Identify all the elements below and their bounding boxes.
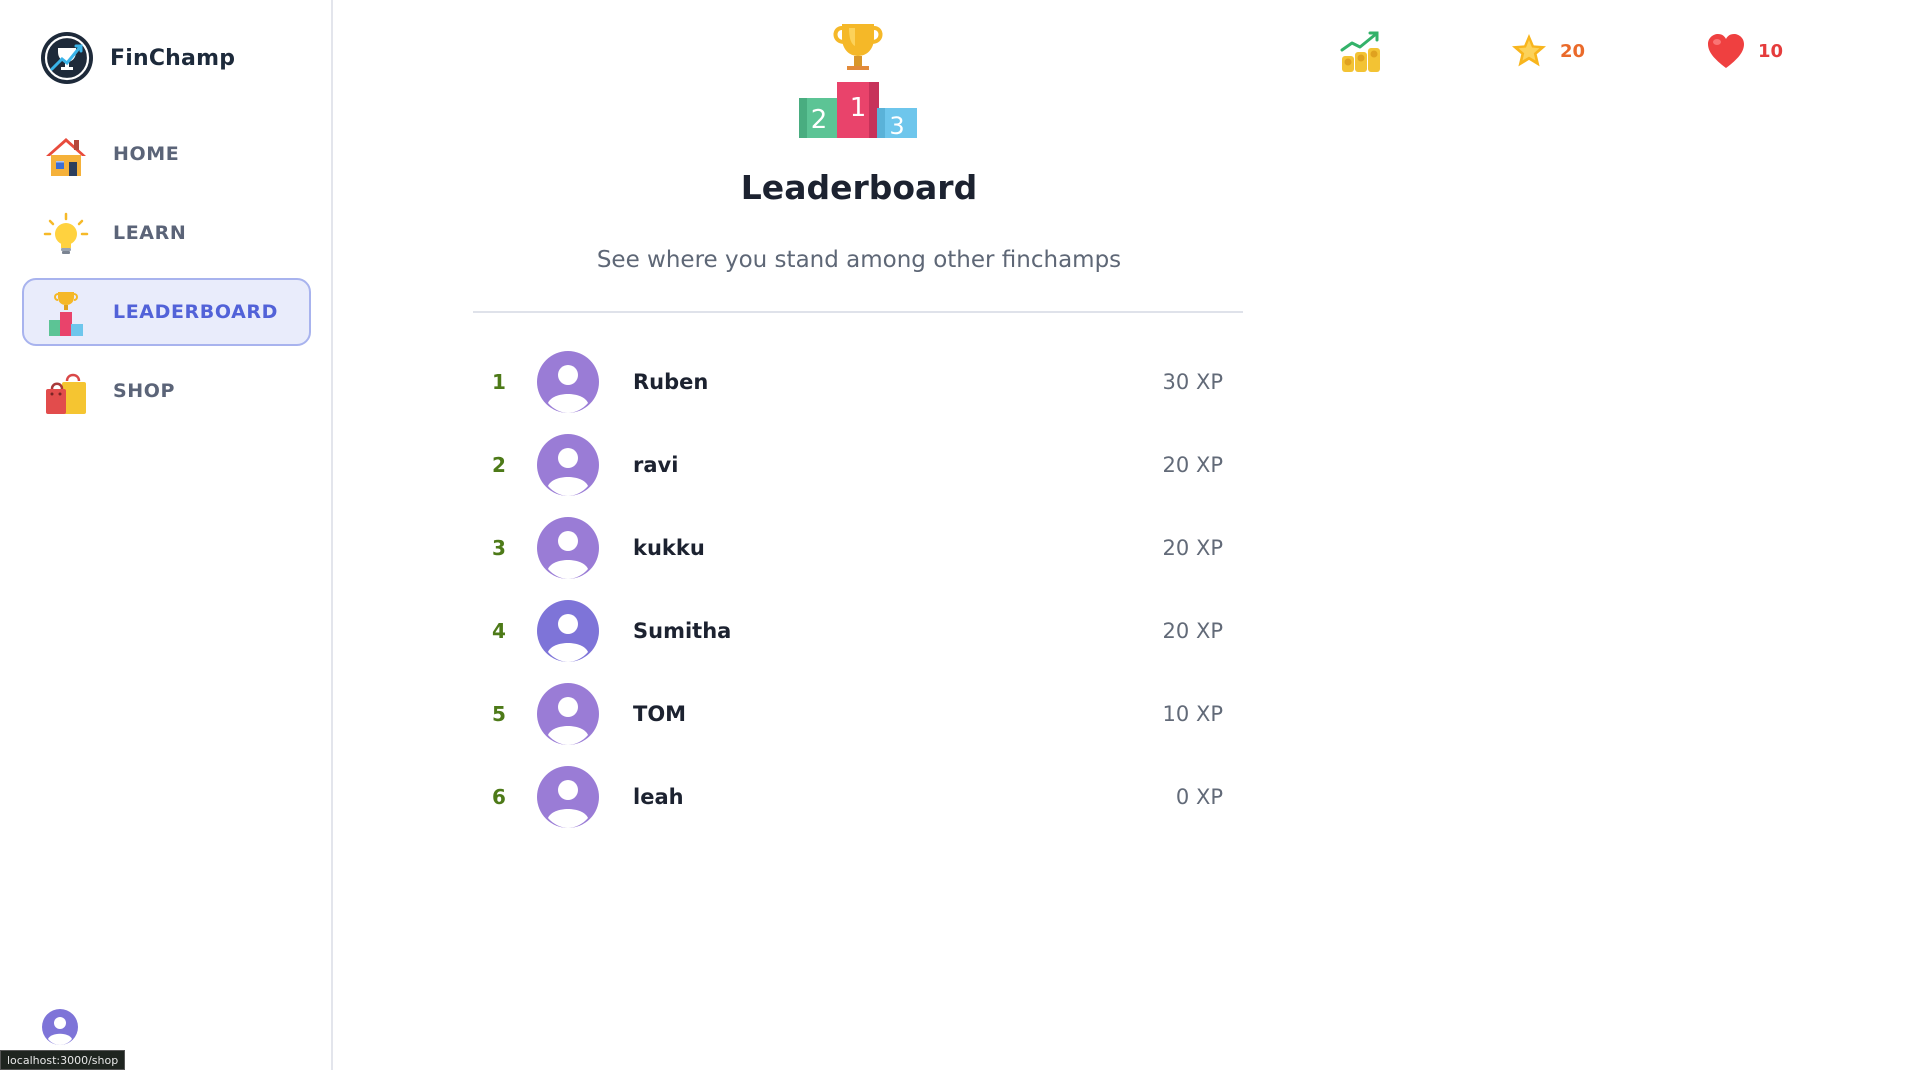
divider xyxy=(473,311,1243,313)
leaderboard-list: 1 Ruben 30 XP 2 ravi 20 XP 3 kukku 20 XP… xyxy=(473,340,1243,838)
user-xp: 0 XP xyxy=(1175,784,1223,809)
user-xp: 10 XP xyxy=(1162,701,1223,726)
user-name: leah xyxy=(633,784,684,809)
coins-stat[interactable] xyxy=(1336,26,1386,76)
leaderboard-row: 4 Sumitha 20 XP xyxy=(473,589,1243,672)
sidebar-item-home[interactable]: HOME xyxy=(22,120,311,188)
app-root: FinChamp HOME LEARN LEADERBOARD SHOP loc… xyxy=(0,0,1919,1070)
star-icon xyxy=(1512,34,1546,67)
user-name: kukku xyxy=(633,535,705,560)
sidebar-item-learn[interactable]: LEARN xyxy=(22,199,311,267)
user-name: Sumitha xyxy=(633,618,732,643)
status-bar-url: localhost:3000/shop xyxy=(0,1050,126,1070)
sidebar-item-shop[interactable]: SHOP xyxy=(22,357,311,425)
rank-number: 6 xyxy=(492,784,506,809)
user-avatar-icon xyxy=(537,682,599,745)
svg-text:3: 3 xyxy=(889,112,904,140)
leaderboard-row: 5 TOM 10 XP xyxy=(473,672,1243,755)
rank-number: 4 xyxy=(492,618,506,643)
sidebar-item-label: HOME xyxy=(113,143,180,165)
user-xp: 30 XP xyxy=(1162,369,1223,394)
user-avatar-icon xyxy=(537,765,599,828)
profile-avatar-icon[interactable] xyxy=(42,1009,78,1045)
house-icon xyxy=(46,138,86,176)
user-name: ravi xyxy=(633,452,679,477)
brand[interactable]: FinChamp xyxy=(40,31,235,85)
svg-text:2: 2 xyxy=(811,105,828,135)
svg-text:1: 1 xyxy=(850,93,867,123)
rank-number: 5 xyxy=(492,701,506,726)
sidebar: FinChamp HOME LEARN LEADERBOARD SHOP xyxy=(0,0,333,1070)
user-avatar-icon xyxy=(537,516,599,579)
sidebar-item-label: SHOP xyxy=(113,380,176,402)
user-name: TOM xyxy=(633,701,687,726)
user-avatar-icon xyxy=(537,350,599,413)
xp-value: 20 xyxy=(1560,40,1586,62)
user-name: Ruben xyxy=(633,369,709,394)
shopping-bags-icon xyxy=(46,373,86,414)
lightbulb-icon xyxy=(43,212,89,254)
podium-trophy-icon: 2 1 3 xyxy=(799,24,917,140)
user-xp: 20 XP xyxy=(1162,535,1223,560)
leaderboard-row: 3 kukku 20 XP xyxy=(473,506,1243,589)
sidebar-item-leaderboard[interactable]: LEADERBOARD xyxy=(22,278,311,346)
xp-stat[interactable]: 20 xyxy=(1510,32,1585,70)
hearts-stat[interactable]: 10 xyxy=(1706,32,1783,70)
brand-name: FinChamp xyxy=(110,45,236,71)
money-growth-icon xyxy=(1338,28,1384,74)
heart-icon xyxy=(1708,34,1744,68)
leaderboard-row: 2 ravi 20 XP xyxy=(473,423,1243,506)
rank-number: 2 xyxy=(492,452,506,477)
page-title: Leaderboard xyxy=(740,168,978,207)
podium-icon xyxy=(49,292,83,336)
leaderboard-row: 1 Ruben 30 XP xyxy=(473,340,1243,423)
user-xp: 20 XP xyxy=(1162,618,1223,643)
finchamp-logo-icon xyxy=(41,32,93,84)
hearts-value: 10 xyxy=(1758,40,1784,62)
page-subtitle: See where you stand among other finchamp… xyxy=(596,247,1122,273)
sidebar-item-label: LEADERBOARD xyxy=(113,301,279,323)
rank-number: 3 xyxy=(492,535,506,560)
sidebar-item-label: LEARN xyxy=(113,222,187,244)
user-xp: 20 XP xyxy=(1162,452,1223,477)
rank-number: 1 xyxy=(492,369,506,394)
user-avatar-icon xyxy=(537,599,599,662)
user-avatar-icon xyxy=(537,433,599,496)
leaderboard-row: 6 leah 0 XP xyxy=(473,755,1243,838)
